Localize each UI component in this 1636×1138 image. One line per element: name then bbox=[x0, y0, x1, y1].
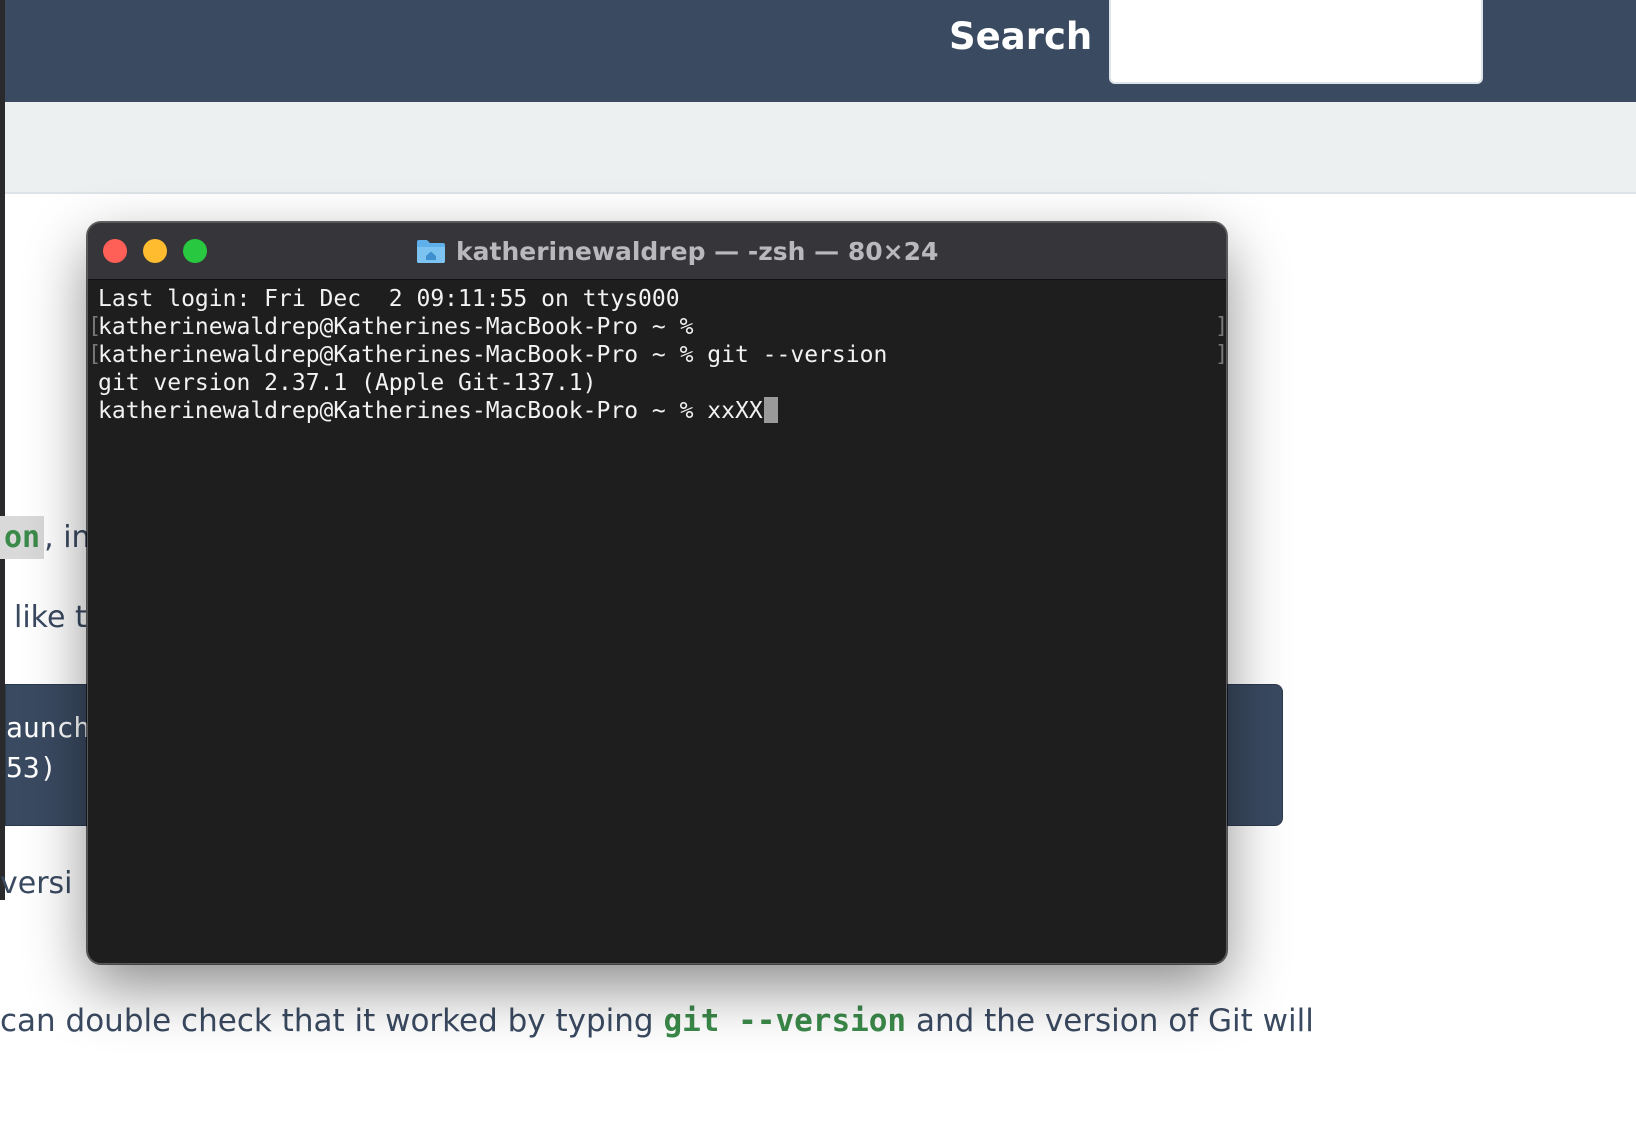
terminal-title-group: katherinewaldrep — -zsh — 80×24 bbox=[416, 233, 938, 269]
inline-code: on bbox=[0, 516, 45, 559]
article-text-fragment: can double check that it worked by typin… bbox=[0, 1003, 664, 1039]
terminal-line: git version 2.37.1 (Apple Git-137.1) bbox=[98, 370, 597, 396]
site-header: Search bbox=[5, 0, 1636, 102]
terminal-prompt-line[interactable]: katherinewaldrep@Katherines-MacBook-Pro … bbox=[98, 397, 778, 425]
maximize-icon[interactable] bbox=[183, 239, 207, 263]
terminal-line: Last login: Fri Dec 2 09:11:55 on ttys00… bbox=[98, 286, 680, 312]
article-line-version: versi bbox=[0, 866, 73, 901]
terminal-output[interactable]: [ [ ] ] Last login: Fri Dec 2 09:11:55 o… bbox=[88, 280, 1227, 963]
sub-navigation-bar bbox=[5, 102, 1636, 194]
search-input[interactable] bbox=[1109, 0, 1483, 84]
search-label: Search bbox=[949, 15, 1093, 58]
minimize-icon[interactable] bbox=[143, 239, 167, 263]
article-text-fragment: and the version of Git will bbox=[906, 1003, 1314, 1039]
line-bracket-right: ] bbox=[1215, 342, 1227, 367]
terminal-prompt-text: katherinewaldrep@Katherines-MacBook-Pro … bbox=[98, 398, 763, 424]
code-block-line: 53) bbox=[6, 751, 57, 784]
inline-code-git-version: git --version bbox=[663, 1003, 907, 1039]
line-bracket-right: ] bbox=[1215, 314, 1227, 339]
terminal-window[interactable]: katherinewaldrep — -zsh — 80×24 [ [ ] ] … bbox=[87, 222, 1227, 964]
terminal-title: katherinewaldrep — -zsh — 80×24 bbox=[456, 236, 939, 266]
terminal-titlebar[interactable]: katherinewaldrep — -zsh — 80×24 bbox=[88, 223, 1226, 280]
terminal-line: katherinewaldrep@Katherines-MacBook-Pro … bbox=[98, 342, 888, 368]
close-icon[interactable] bbox=[103, 239, 127, 263]
terminal-line: katherinewaldrep@Katherines-MacBook-Pro … bbox=[98, 314, 694, 340]
home-folder-icon bbox=[416, 238, 446, 264]
article-line-instructions: can double check that it worked by typin… bbox=[0, 1003, 1314, 1039]
text-cursor bbox=[763, 397, 778, 423]
